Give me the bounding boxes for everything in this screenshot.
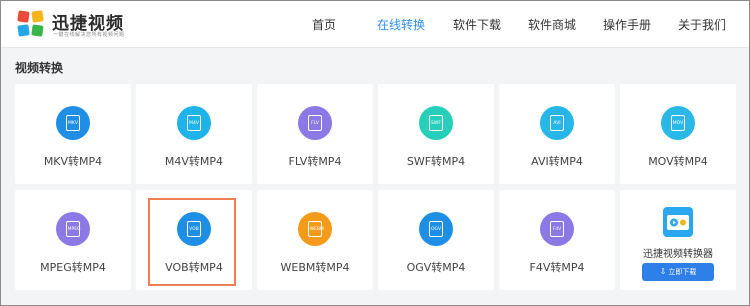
swf-format-icon: SWF — [419, 106, 453, 140]
download-button-label: 立即下载 — [668, 268, 697, 276]
m4v-format-icon: M4V — [177, 106, 211, 140]
download-now-button[interactable]: ⇩ 立即下载 — [642, 263, 714, 281]
promo-card: 迅捷视频转换器 ⇩ 立即下载 — [620, 190, 736, 290]
converter-card-mov[interactable]: MOV MOV转MP4 — [620, 84, 736, 184]
converter-label: SWF转MP4 — [406, 155, 466, 168]
converter-card-mkv[interactable]: MKV MKV转MP4 — [15, 84, 131, 184]
converter-label: MKV转MP4 — [43, 155, 103, 168]
mkv-format-icon: MKV — [56, 106, 90, 140]
download-icon: ⇩ — [659, 267, 667, 276]
converter-card-swf[interactable]: SWF SWF转MP4 — [378, 84, 494, 184]
converter-app-icon — [663, 207, 693, 237]
promo-title: 迅捷视频转换器 — [643, 249, 713, 260]
converter-card-f4v[interactable]: F4V F4V转MP4 — [499, 190, 615, 290]
flv-format-icon: FLV — [298, 106, 332, 140]
converter-card-mpeg[interactable]: MPEG MPEG转MP4 — [15, 190, 131, 290]
converter-card-avi[interactable]: AVI AVI转MP4 — [499, 84, 615, 184]
mpeg-format-icon: MPEG — [56, 212, 90, 246]
converter-label: M4V转MP4 — [164, 155, 224, 168]
converter-card-webm[interactable]: WEBM WEBM转MP4 — [257, 190, 373, 290]
converter-card-flv[interactable]: FLV FLV转MP4 — [257, 84, 373, 184]
converter-label: MOV转MP4 — [648, 155, 708, 168]
converter-label: FLV转MP4 — [288, 155, 342, 168]
converter-card-ogv[interactable]: OGV OGV转MP4 — [378, 190, 494, 290]
ogv-format-icon: OGV — [419, 212, 453, 246]
mov-format-icon: MOV — [661, 106, 695, 140]
converter-label: OGV转MP4 — [406, 261, 466, 274]
nav-about-us[interactable]: 关于我们 — [678, 16, 726, 33]
nav-software-download[interactable]: 软件下载 — [453, 16, 501, 33]
f4v-format-icon: F4V — [540, 212, 574, 246]
avi-format-icon: AVI — [540, 106, 574, 140]
converter-card-m4v[interactable]: M4V M4V转MP4 — [136, 84, 252, 184]
nav-software-store[interactable]: 软件商城 — [528, 16, 576, 33]
highlight-frame — [148, 198, 236, 286]
converter-label: WEBM转MP4 — [280, 261, 350, 274]
webm-format-icon: WEBM — [298, 212, 332, 246]
section-title: 视频转换 — [15, 61, 64, 75]
converter-label: F4V转MP4 — [529, 261, 585, 274]
header: 迅捷视频 一键在线解决您所有视频问题 首页 在线转换 软件下载 软件商城 操作手… — [1, 1, 749, 48]
converter-label: MPEG转MP4 — [40, 261, 106, 274]
nav-home[interactable]: 首页 — [312, 16, 336, 33]
main-nav: 首页 在线转换 软件下载 软件商城 操作手册 关于我们 — [1, 1, 749, 48]
converter-label: AVI转MP4 — [531, 155, 583, 168]
nav-manual[interactable]: 操作手册 — [603, 16, 651, 33]
nav-online-convert[interactable]: 在线转换 — [377, 16, 425, 33]
